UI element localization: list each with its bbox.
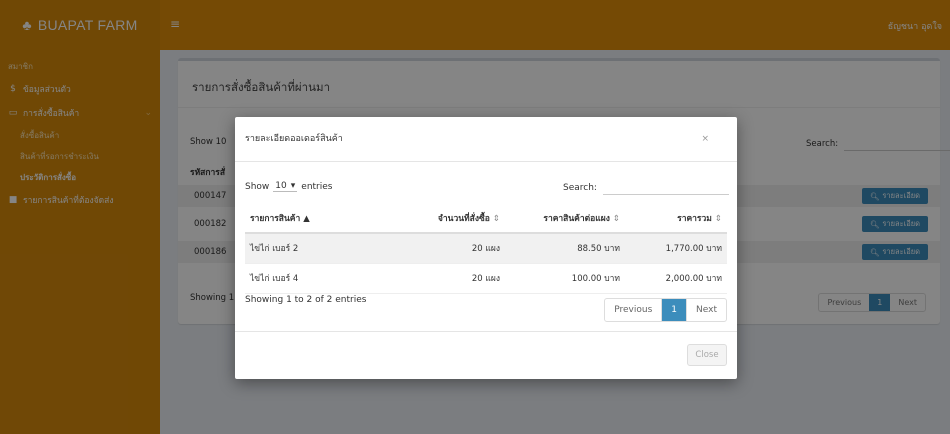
sort-asc-icon: ▲ (303, 213, 310, 224)
search-group: Search: (563, 181, 729, 195)
close-button[interactable]: Close (687, 344, 727, 366)
caret-down-icon: ▾ (290, 181, 296, 191)
column-header-product[interactable]: รายการสินค้า ▲ (245, 203, 395, 234)
close-icon[interactable]: × (701, 134, 709, 144)
column-header-total[interactable]: ราคารวม ⇕ (625, 203, 727, 234)
column-header-label: ราคาสินค้าต่อแผง (543, 213, 610, 224)
entries-length-control: Show 10 ▾ entries (245, 181, 332, 192)
order-items-table: รายการสินค้า ▲ จำนวนที่สั่งซื้อ ⇕ ราคาสินค… (245, 203, 727, 294)
table-info: Showing 1 to 2 of 2 entries (245, 295, 367, 305)
entries-length-value: 10 (275, 181, 287, 191)
divider (235, 161, 737, 162)
sort-icon: ⇕ (714, 213, 722, 224)
table-row: ไข่ไก่ เบอร์ 4 20 แผง 100.00 บาท 2,000.0… (245, 263, 727, 294)
entries-length-select[interactable]: 10 ▾ (273, 181, 298, 192)
column-header-label: ราคารวม (677, 213, 712, 224)
sort-icon: ⇕ (612, 213, 620, 224)
pagination-next[interactable]: Next (686, 299, 726, 321)
cell-quantity: 20 แผง (395, 233, 505, 264)
cell-product: ไข่ไก่ เบอร์ 4 (245, 263, 395, 294)
divider (235, 331, 737, 332)
column-header-quantity[interactable]: จำนวนที่สั่งซื้อ ⇕ (395, 203, 505, 234)
cell-product: ไข่ไก่ เบอร์ 2 (245, 233, 395, 264)
cell-unit-price: 88.50 บาท (505, 233, 625, 264)
column-header-label: รายการสินค้า (250, 213, 301, 224)
cell-total: 1,770.00 บาท (625, 233, 727, 264)
cell-total: 2,000.00 บาท (625, 263, 727, 294)
pagination: Previous 1 Next (604, 298, 727, 322)
column-header-label: จำนวนที่สั่งซื้อ (437, 213, 490, 224)
table-row: ไข่ไก่ เบอร์ 2 20 แผง 88.50 บาท 1,770.00… (245, 233, 727, 264)
order-detail-modal: รายละเอียดออเดอร์สินค้า × Show 10 ▾ entr… (235, 117, 737, 379)
modal-title: รายละเอียดออเดอร์สินค้า (245, 134, 343, 144)
cell-unit-price: 100.00 บาท (505, 263, 625, 294)
table-header-row: รายการสินค้า ▲ จำนวนที่สั่งซื้อ ⇕ ราคาสินค… (245, 203, 727, 234)
pagination-page-1[interactable]: 1 (661, 299, 687, 321)
pagination-previous[interactable]: Previous (605, 299, 661, 321)
entries-label: entries (301, 181, 333, 192)
show-label: Show (245, 181, 270, 192)
column-header-unit-price[interactable]: ราคาสินค้าต่อแผง ⇕ (505, 203, 625, 234)
search-input[interactable] (602, 181, 729, 195)
cell-quantity: 20 แผง (395, 263, 505, 294)
sort-icon: ⇕ (492, 213, 500, 224)
search-label: Search: (563, 183, 597, 193)
